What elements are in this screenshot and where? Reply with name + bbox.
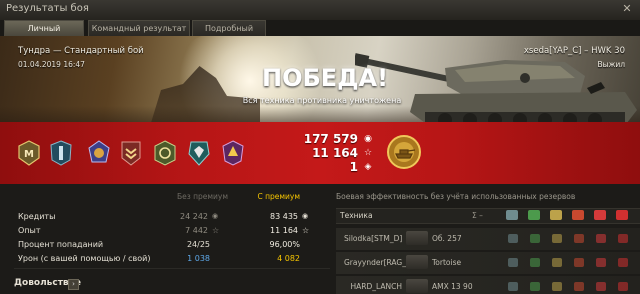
achievement-6-icon[interactable] <box>222 140 244 166</box>
credits-coin-icon: ◉ <box>302 212 309 220</box>
stat-label-hit-ratio: Процент попаданий <box>18 240 104 249</box>
damage-dealt-icon <box>574 234 584 243</box>
damage-dealt-icon[interactable] <box>572 210 584 220</box>
assist-radio-icon[interactable] <box>550 210 562 220</box>
assist-track-icon <box>530 282 540 291</box>
hit-percentage: 96,00% <box>269 240 300 249</box>
col-premium: С премиум <box>257 192 300 201</box>
enemy-player-name: Grayynder[RAG_D] <box>344 258 415 267</box>
assist-track-icon <box>530 258 540 267</box>
star-icon: ☆ <box>363 148 373 158</box>
efficiency-row[interactable]: Silodka[STM_D] Об. 257 <box>336 228 640 250</box>
credits-coin-icon: ◉ <box>212 212 219 220</box>
window-titlebar: Результаты боя ✕ <box>0 0 640 21</box>
svg-text:М: М <box>24 149 34 160</box>
efficiency-title: Боевая эффективность без учёта использов… <box>336 192 576 201</box>
free-xp-icon: ◈ <box>364 162 372 172</box>
achievement-4-icon[interactable] <box>154 140 176 166</box>
own-damage: 4 082 <box>277 254 300 263</box>
col-nonpremium: Без премиум <box>176 192 228 201</box>
hits-count: 24/25 <box>186 240 210 249</box>
kills-icon <box>618 282 628 291</box>
close-icon[interactable]: ✕ <box>620 2 634 16</box>
tab-team-result[interactable]: Командный результат <box>88 20 190 36</box>
map-and-mode: Тундра — Стандартный бой <box>18 46 144 56</box>
achievement-2-icon[interactable] <box>88 140 110 166</box>
player-and-tank: xseda[YAP_C] – HWK 30 <box>523 46 625 56</box>
efficiency-row[interactable]: HARD_LANCH AMX 13 90 <box>336 276 640 294</box>
sum-column-label: Σ – <box>472 211 483 220</box>
enemy-tank-name: Tortoise <box>432 258 462 267</box>
reward-totals: 177 579 ◉ 11 164 ☆ 1 ◈ <box>296 132 380 174</box>
survival-status: Выжил <box>597 60 626 69</box>
spotted-icon <box>508 234 518 243</box>
vehicle-column-label: Техника <box>340 211 373 220</box>
total-free-xp: 1 <box>349 160 358 174</box>
efficiency-row[interactable]: Grayynder[RAG_D] Tortoise <box>336 252 640 274</box>
achievement-5-icon[interactable] <box>188 140 210 166</box>
critical-hits-icon <box>596 258 606 267</box>
window-title: Результаты боя <box>6 3 89 14</box>
kills-icon <box>618 234 628 243</box>
achievement-3-icon[interactable] <box>120 140 142 166</box>
credits-nonpremium: 24 242 <box>180 212 208 221</box>
critical-hits-icon <box>596 234 606 243</box>
achievement-1-icon[interactable] <box>50 140 72 166</box>
damage-dealt-icon <box>574 258 584 267</box>
critical-hits-icon <box>596 282 606 291</box>
assisted-damage: 1 038 <box>187 254 210 263</box>
tank-medal-icon[interactable] <box>386 134 422 170</box>
battle-results-window: Результаты боя ✕ Личный результат Команд… <box>0 0 640 294</box>
tab-detailed-report[interactable]: Подробный отчёт <box>192 20 266 48</box>
assist-track-icon <box>530 234 540 243</box>
battle-result-subtitle: Вся техника противника уничтожена <box>242 96 402 105</box>
xp-premium: 11 164 <box>270 226 298 235</box>
total-xp: 11 164 <box>312 146 358 160</box>
spotted-icon[interactable] <box>506 210 518 220</box>
enemy-player-name: HARD_LANCH <box>350 282 402 291</box>
tank-icon <box>406 231 428 245</box>
mastery-badge-icon[interactable]: М <box>18 140 40 166</box>
enemy-player-name: Silodka[STM_D] <box>344 234 403 243</box>
allowance-expand-button[interactable]: › <box>68 279 79 290</box>
battle-result-title: ПОБЕДА! <box>262 64 389 92</box>
assist-radio-icon <box>552 234 562 243</box>
assist-track-icon[interactable] <box>528 210 540 220</box>
spotted-icon <box>508 258 518 267</box>
stat-label-credits: Кредиты <box>18 212 56 221</box>
tank-icon <box>406 279 428 293</box>
assist-radio-icon <box>552 282 562 291</box>
kills-icon[interactable] <box>616 210 628 220</box>
total-credits: 177 579 <box>303 132 358 146</box>
stat-label-xp: Опыт <box>18 226 41 235</box>
critical-hits-icon[interactable] <box>594 210 606 220</box>
xp-nonpremium: 7 442 <box>185 226 208 235</box>
credits-premium: 83 435 <box>270 212 298 221</box>
kills-icon <box>618 258 628 267</box>
spotted-icon <box>508 282 518 291</box>
stat-label-damage: Урон (с вашей помощью / свой) <box>18 254 151 263</box>
divider <box>14 268 330 269</box>
star-icon: ☆ <box>302 226 310 235</box>
enemy-tank-name: Об. 257 <box>432 234 462 243</box>
tab-bar: Личный результат Командный результат Под… <box>0 20 640 48</box>
star-icon: ☆ <box>212 226 220 235</box>
tank-icon <box>406 255 428 269</box>
assist-radio-icon <box>552 258 562 267</box>
damage-dealt-icon <box>574 282 584 291</box>
enemy-tank-name: AMX 13 90 <box>432 282 473 291</box>
battle-datetime: 01.04.2019 16:47 <box>18 60 85 69</box>
tab-personal-result[interactable]: Личный результат <box>4 20 84 48</box>
credits-coin-icon: ◉ <box>364 134 372 144</box>
